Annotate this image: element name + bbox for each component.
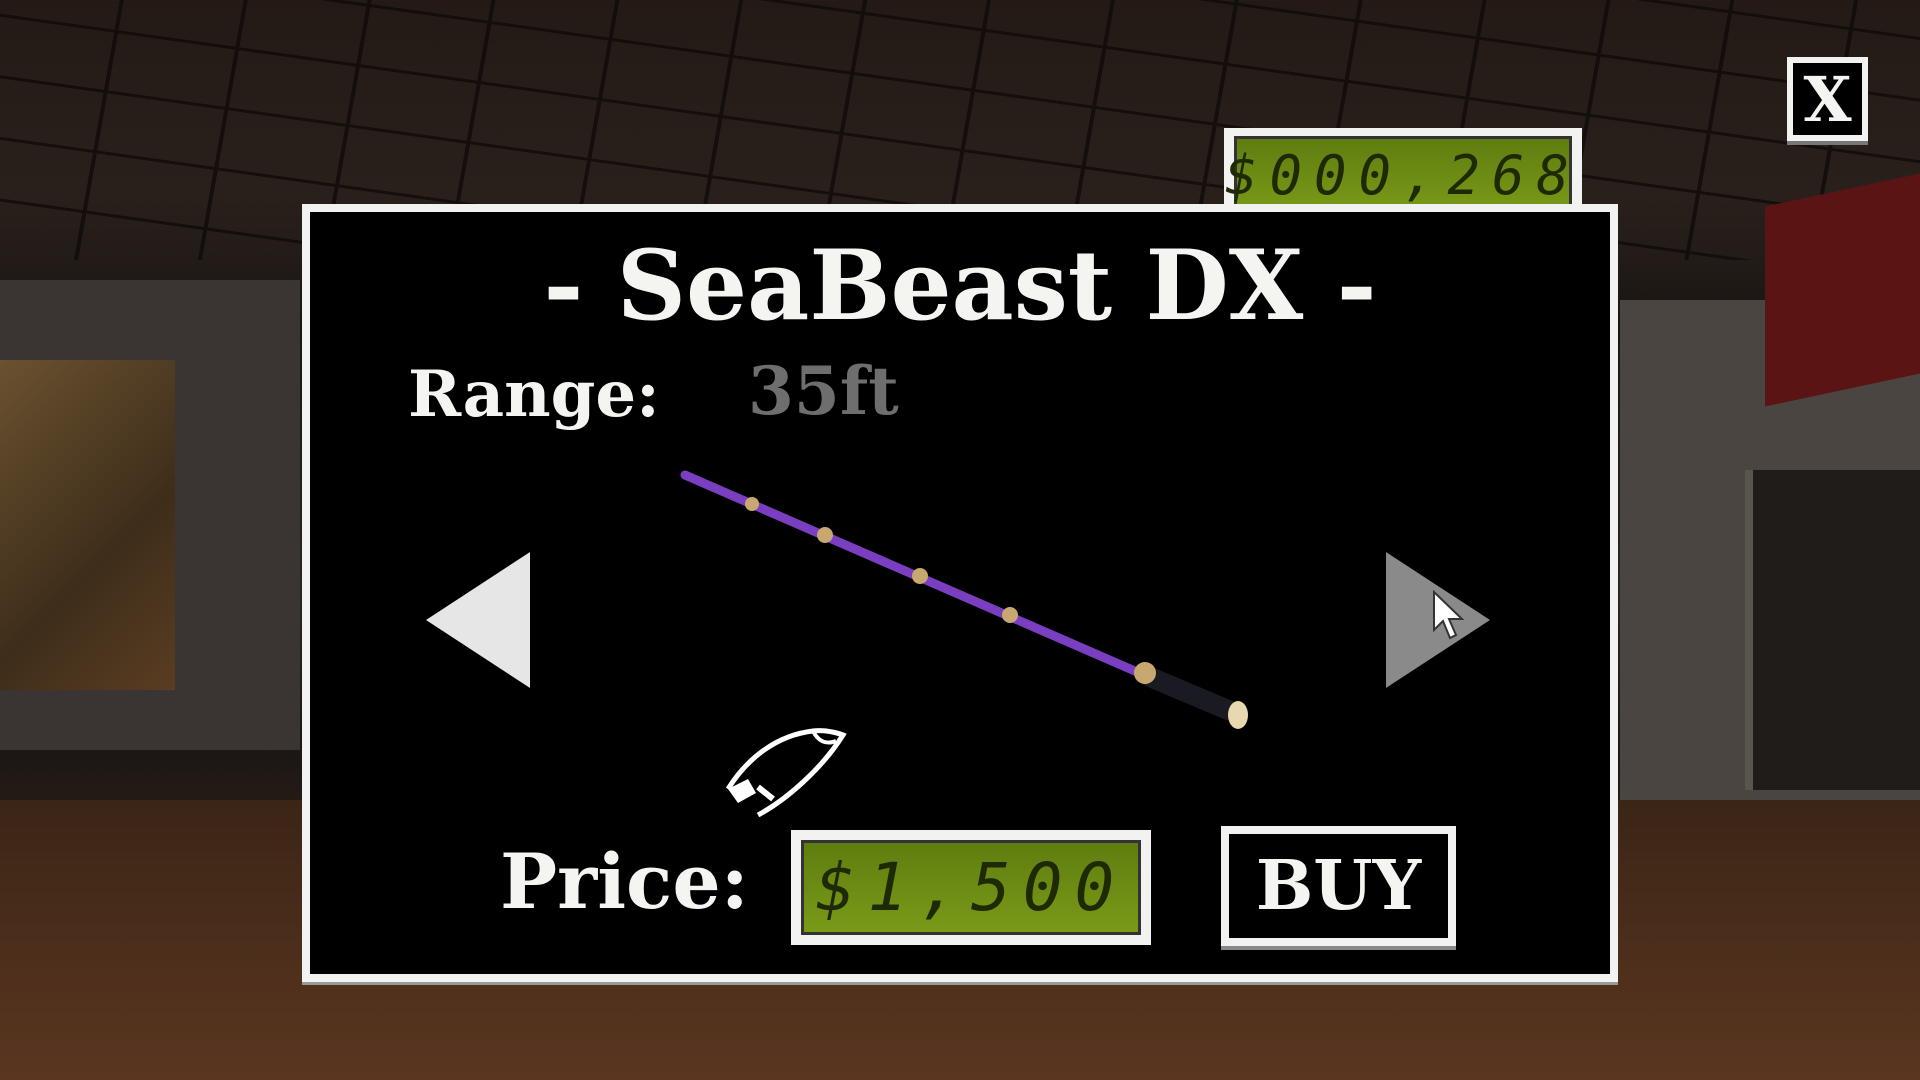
price-label: Price:: [500, 837, 749, 926]
money-value: $000,268: [1225, 136, 1572, 212]
mouse-cursor-icon: [1433, 590, 1465, 640]
previous-item-arrow[interactable]: [426, 552, 530, 688]
price-display: $1,500: [791, 830, 1151, 945]
money-display: $000,268: [1224, 128, 1582, 212]
range-value: 35ft: [748, 352, 899, 430]
back-door: [1745, 470, 1920, 790]
feather-lure-icon: [725, 728, 847, 817]
fishing-rod-image: [680, 470, 1248, 729]
shop-panel: - SeaBeast DX - Range: 35ft Price: $1,50…: [302, 204, 1618, 982]
red-shelf: [1765, 173, 1920, 407]
close-button[interactable]: X: [1787, 57, 1868, 141]
range-label: Range:: [408, 357, 660, 432]
price-value: $1,500: [801, 840, 1141, 935]
buy-button[interactable]: BUY: [1221, 826, 1456, 946]
item-title: - SeaBeast DX -: [543, 229, 1377, 342]
wall-poster: [0, 360, 175, 690]
